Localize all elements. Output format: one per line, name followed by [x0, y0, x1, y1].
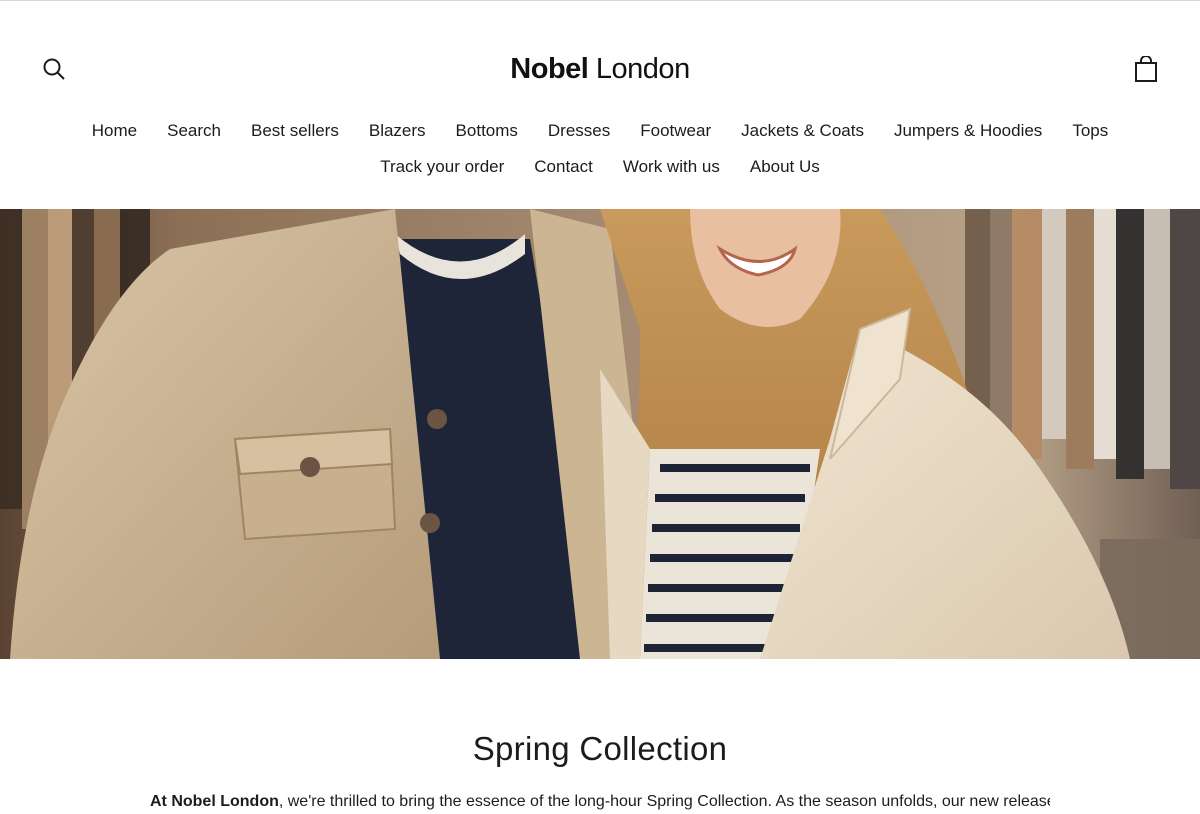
nav-item-footwear[interactable]: Footwear [625, 113, 726, 149]
cart-button[interactable] [1131, 54, 1161, 84]
collection-intro-brand: At Nobel London [150, 793, 279, 810]
nav-row-secondary: Track your order Contact Work with us Ab… [0, 149, 1200, 185]
nav-item-bottoms[interactable]: Bottoms [441, 113, 533, 149]
nav-item-contact[interactable]: Contact [519, 149, 608, 185]
main-navigation: Home Search Best sellers Blazers Bottoms… [0, 113, 1200, 185]
nav-item-home[interactable]: Home [77, 113, 152, 149]
collection-intro: At Nobel London, we're thrilled to bring… [150, 790, 1050, 814]
site-header: Nobel London Home Search Best sellers Bl… [0, 1, 1200, 209]
header-bar: Nobel London [0, 41, 1200, 97]
nav-item-search[interactable]: Search [152, 113, 236, 149]
nav-item-tops[interactable]: Tops [1057, 113, 1123, 149]
nav-item-jackets-coats[interactable]: Jackets & Coats [726, 113, 879, 149]
site-logo[interactable]: Nobel London [0, 51, 1200, 87]
nav-item-blazers[interactable]: Blazers [354, 113, 441, 149]
nav-item-about-us[interactable]: About Us [735, 149, 835, 185]
nav-item-track-order[interactable]: Track your order [365, 149, 519, 185]
nav-item-best-sellers[interactable]: Best sellers [236, 113, 354, 149]
collection-intro-text: , we're thrilled to bring the essence of… [278, 793, 1050, 810]
collection-title: Spring Collection [472, 730, 728, 767]
hero-banner[interactable] [0, 209, 1200, 659]
nav-item-work-with-us[interactable]: Work with us [608, 149, 735, 185]
collection-section: Spring Collection At Nobel London, we're… [0, 659, 1200, 810]
logo-light-text: London [595, 53, 690, 85]
nav-item-jumpers-hoodies[interactable]: Jumpers & Hoodies [879, 113, 1057, 149]
nav-item-dresses[interactable]: Dresses [533, 113, 625, 149]
nav-row-primary: Home Search Best sellers Blazers Bottoms… [0, 113, 1200, 149]
logo-bold-text: Nobel [510, 53, 589, 85]
hero-image [0, 209, 1200, 659]
shopping-bag-icon [1135, 56, 1157, 82]
